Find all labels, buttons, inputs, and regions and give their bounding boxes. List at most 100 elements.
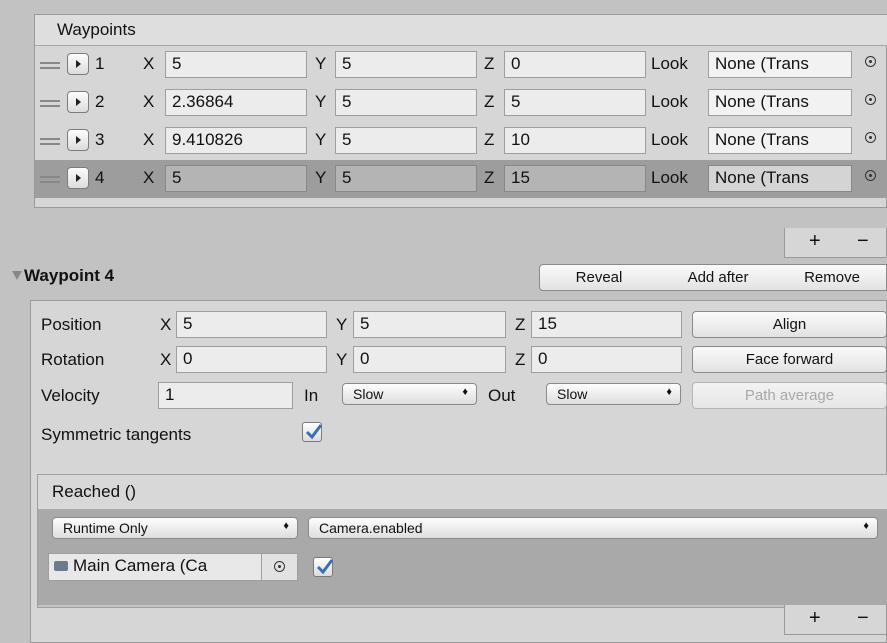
y-label: Y (315, 92, 327, 111)
look-label: Look (651, 168, 688, 187)
waypoints-list-header: Waypoints (35, 15, 887, 46)
object-picker-icon[interactable] (865, 56, 876, 67)
waypoint-title[interactable]: Waypoint 4 (24, 266, 114, 286)
x-label: X (143, 168, 155, 187)
object-picker-icon[interactable] (865, 170, 876, 181)
x-field[interactable]: 5 (165, 165, 307, 192)
add-listener-button[interactable]: + (809, 607, 821, 630)
function-dropdown[interactable]: Camera.enabled ♦ (308, 517, 878, 539)
look-target-field[interactable]: None (Trans (708, 51, 852, 78)
dropdown-arrows-icon: ♦ (283, 520, 289, 532)
checkmark-icon (316, 559, 334, 575)
x-label: X (143, 92, 155, 111)
position-z-label: Z (515, 315, 526, 334)
remove-button[interactable]: Remove (778, 264, 887, 291)
runtime-mode-value: Runtime Only (63, 520, 148, 536)
rotation-x-field[interactable]: 0 (176, 346, 327, 373)
waypoint-row-2[interactable]: 2 X 2.36864 Y 5 Z 5 Look None (Trans (35, 84, 887, 122)
waypoints-list-title: Waypoints (57, 20, 136, 39)
event-footer: + − (784, 605, 887, 635)
runtime-mode-dropdown[interactable]: Runtime Only ♦ (52, 517, 298, 539)
symmetric-tangents-label: Symmetric tangents (41, 425, 192, 444)
rotation-y-field[interactable]: 0 (353, 346, 506, 373)
remove-listener-button[interactable]: − (857, 607, 869, 630)
z-label: Z (484, 168, 495, 187)
drag-handle-icon[interactable] (40, 100, 60, 107)
argument-checkbox[interactable] (313, 557, 334, 577)
x-field[interactable]: 2.36864 (165, 89, 307, 116)
target-object-value: Main Camera (Ca (73, 556, 208, 575)
dropdown-arrows-icon: ♦ (462, 386, 468, 398)
position-z-field[interactable]: 15 (531, 311, 682, 338)
position-x-field[interactable]: 5 (176, 311, 327, 338)
out-ease-value: Slow (557, 386, 588, 402)
rotation-z-field[interactable]: 0 (531, 346, 682, 373)
add-waypoint-button[interactable]: + (809, 230, 821, 253)
y-label: Y (315, 130, 327, 149)
velocity-field[interactable]: 1 (158, 382, 293, 409)
look-target-field[interactable]: None (Trans (708, 89, 852, 116)
drag-handle-icon[interactable] (40, 138, 60, 145)
y-label: Y (315, 54, 327, 73)
y-field[interactable]: 5 (335, 89, 477, 116)
in-ease-value: Slow (353, 386, 384, 402)
x-field[interactable]: 5 (165, 51, 307, 78)
out-ease-dropdown[interactable]: Slow ♦ (546, 383, 681, 405)
waypoint-row-1[interactable]: 1 X 5 Y 5 Z 0 Look None (Trans (35, 46, 887, 84)
add-after-button[interactable]: Add after (658, 264, 779, 291)
z-label: Z (484, 54, 495, 73)
in-ease-dropdown[interactable]: Slow ♦ (342, 383, 477, 405)
align-button[interactable]: Align (692, 311, 887, 338)
expand-row-button[interactable] (67, 129, 89, 151)
y-field[interactable]: 5 (335, 127, 477, 154)
object-picker-icon[interactable] (274, 561, 285, 572)
symmetric-tangents-checkbox[interactable] (302, 422, 323, 442)
foldout-arrow-icon[interactable] (12, 271, 22, 280)
look-target-field[interactable]: None (Trans (708, 165, 852, 192)
drag-handle-icon[interactable] (40, 176, 60, 183)
in-label: In (304, 386, 319, 405)
z-field[interactable]: 15 (504, 165, 646, 192)
velocity-label: Velocity (41, 386, 100, 405)
face-forward-button[interactable]: Face forward (692, 346, 887, 373)
position-y-field[interactable]: 5 (353, 311, 506, 338)
remove-waypoint-button[interactable]: − (857, 230, 869, 253)
look-target-field[interactable]: None (Trans (708, 127, 852, 154)
waypoint-row-3[interactable]: 3 X 9.410826 Y 5 Z 10 Look None (Trans (35, 122, 887, 160)
z-field[interactable]: 0 (504, 51, 646, 78)
z-field[interactable]: 10 (504, 127, 646, 154)
expand-row-button[interactable] (67, 53, 89, 75)
row-index: 2 (95, 92, 105, 111)
reveal-button[interactable]: Reveal (539, 264, 659, 291)
checkmark-icon (305, 424, 323, 440)
rotation-z-label: Z (515, 350, 526, 369)
waypoint-row-4[interactable]: 4 X 5 Y 5 Z 15 Look None (Trans (35, 160, 887, 198)
z-field[interactable]: 5 (504, 89, 646, 116)
y-field[interactable]: 5 (335, 51, 477, 78)
expand-row-button[interactable] (67, 91, 89, 113)
rotation-x-label: X (160, 350, 172, 369)
y-label: Y (315, 168, 327, 187)
look-label: Look (651, 54, 688, 73)
z-label: Z (484, 92, 495, 111)
position-y-label: Y (336, 315, 348, 334)
path-average-button[interactable]: Path average (692, 382, 887, 409)
x-label: X (143, 130, 155, 149)
reached-event-title: Reached () (52, 482, 137, 501)
look-label: Look (651, 130, 688, 149)
function-value: Camera.enabled (319, 520, 423, 536)
object-picker-icon[interactable] (865, 94, 876, 105)
look-label: Look (651, 92, 688, 111)
expand-row-button[interactable] (67, 167, 89, 189)
drag-handle-icon[interactable] (40, 62, 60, 69)
object-picker-icon[interactable] (865, 132, 876, 143)
y-field[interactable]: 5 (335, 165, 477, 192)
dropdown-arrows-icon: ♦ (666, 386, 672, 398)
x-field[interactable]: 9.410826 (165, 127, 307, 154)
out-label: Out (488, 386, 516, 405)
position-label: Position (41, 315, 102, 334)
x-label: X (143, 54, 155, 73)
rotation-y-label: Y (336, 350, 348, 369)
rotation-label: Rotation (41, 350, 105, 369)
row-index: 3 (95, 130, 105, 149)
